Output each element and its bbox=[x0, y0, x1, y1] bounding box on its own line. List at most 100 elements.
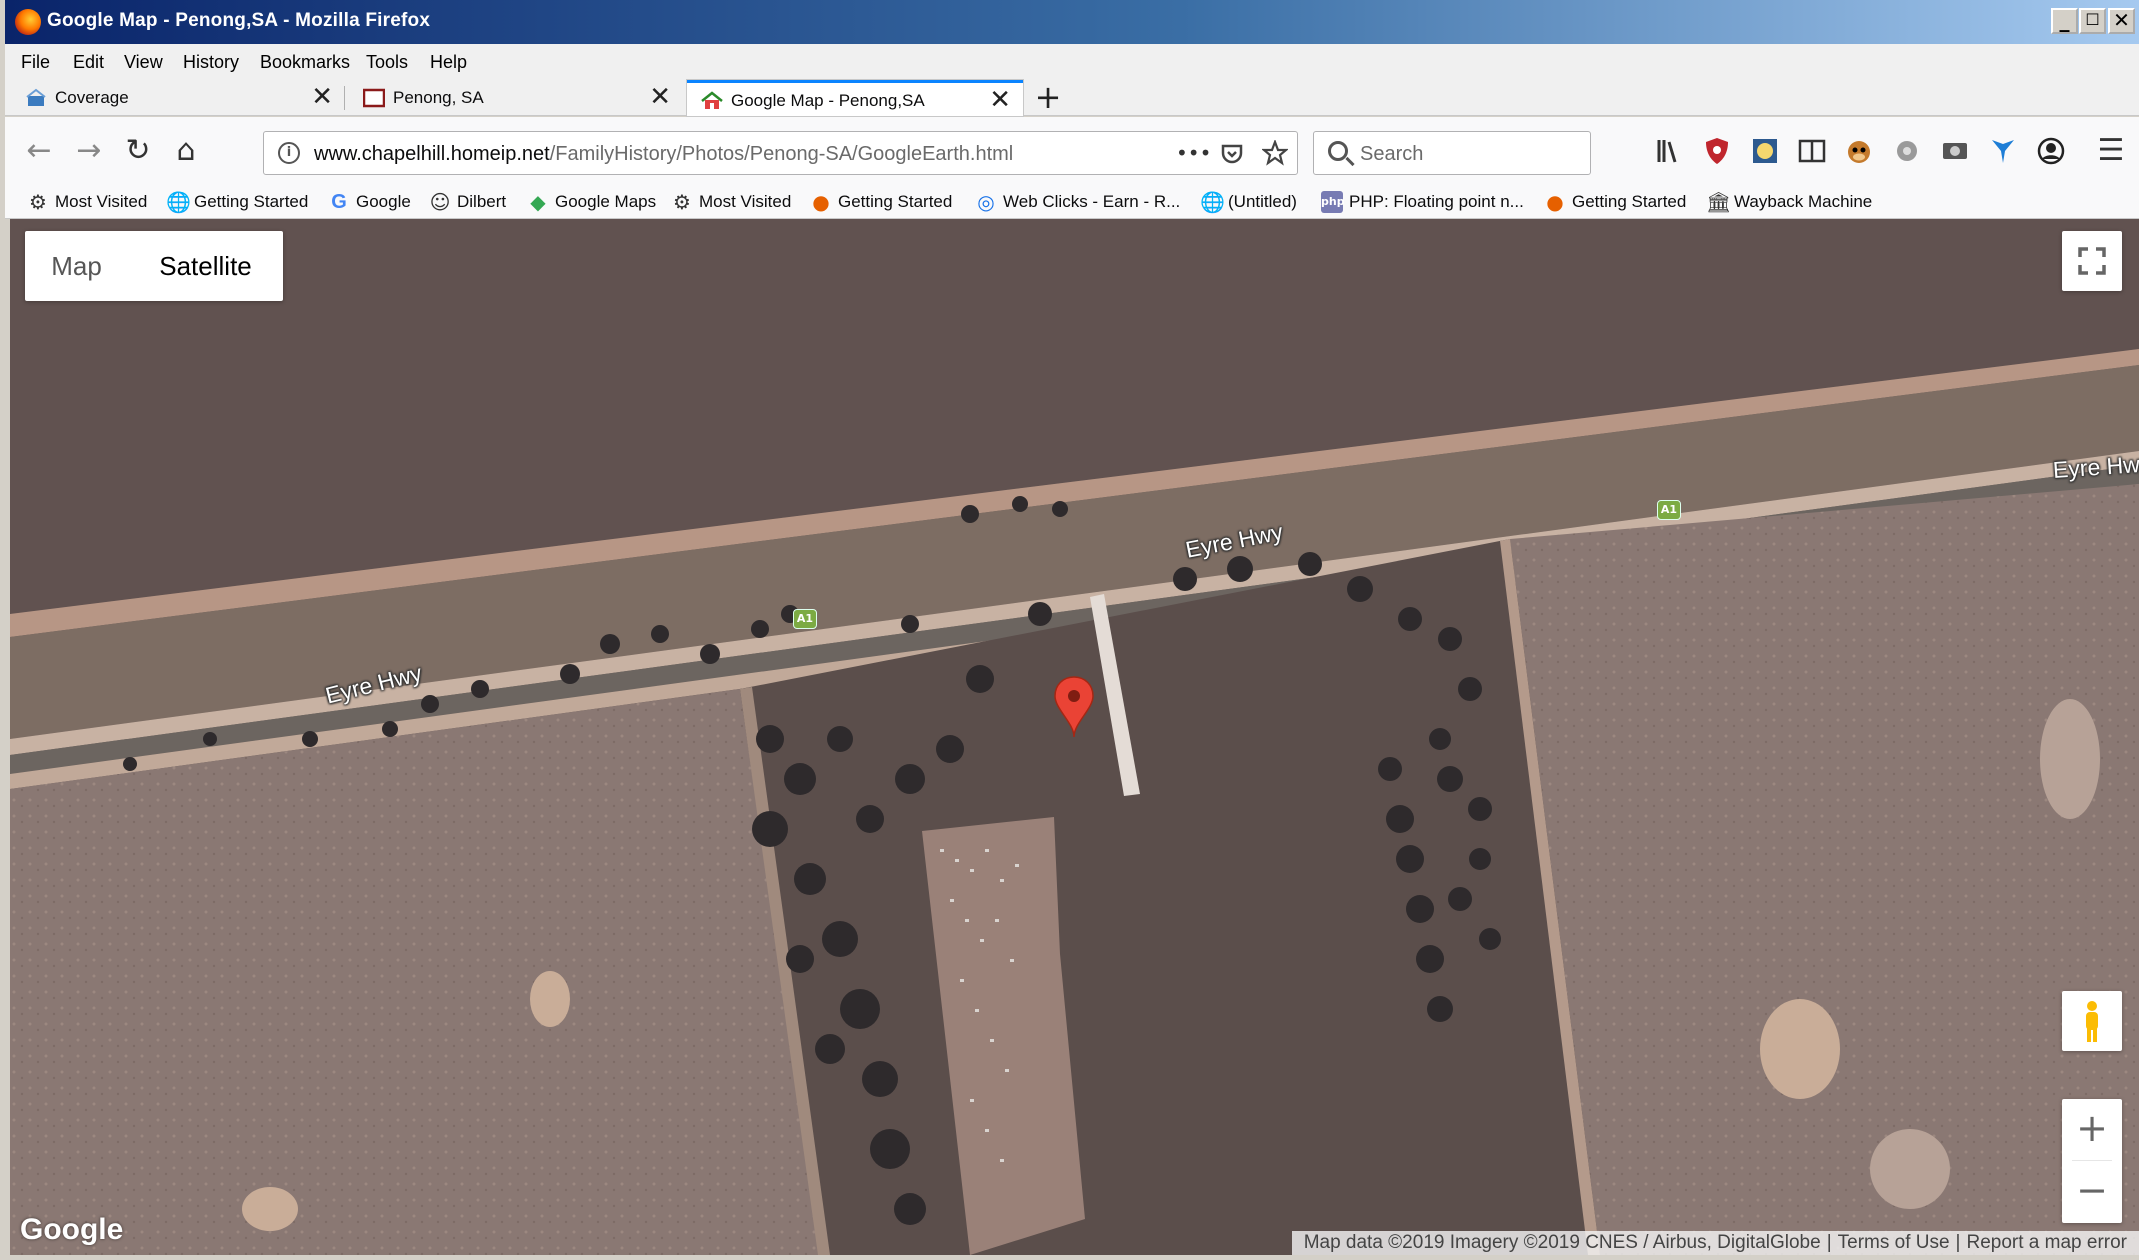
gear-icon: ⚙ bbox=[673, 190, 691, 214]
ublock-shield-icon[interactable] bbox=[1701, 135, 1733, 167]
navigation-toolbar: ← → ↻ ⌂ i www.chapelhill.homeip.net/Fami… bbox=[5, 117, 2139, 185]
account-icon[interactable] bbox=[2035, 135, 2067, 167]
bookmark-star-icon[interactable] bbox=[1262, 140, 1288, 166]
menu-bar: File Edit View History Bookmarks Tools H… bbox=[5, 44, 2139, 80]
globe-icon: 🌐 bbox=[166, 190, 191, 214]
url-text[interactable]: www.chapelhill.homeip.net/FamilyHistory/… bbox=[314, 143, 1013, 166]
home-button[interactable]: ⌂ bbox=[168, 133, 204, 169]
firefox-icon: ● bbox=[812, 190, 830, 214]
maximize-button[interactable]: ☐ bbox=[2079, 8, 2106, 34]
map-type-map-button[interactable]: Map bbox=[25, 231, 128, 301]
tab-strip: Coverage ✕ Penong, SA ✕ Google Map - Pen… bbox=[5, 80, 2139, 116]
bookmark-label: Getting Started bbox=[838, 192, 953, 211]
tab-penong[interactable]: Penong, SA ✕ bbox=[349, 80, 683, 116]
bookmark-label: Getting Started bbox=[1572, 192, 1687, 211]
menu-bookmarks[interactable]: Bookmarks bbox=[260, 52, 350, 73]
tab-label: Coverage bbox=[55, 88, 129, 107]
new-tab-button[interactable]: + bbox=[1031, 80, 1065, 116]
settings-addon-icon[interactable] bbox=[1891, 135, 1923, 167]
firefox-logo-icon bbox=[15, 9, 41, 35]
site-info-icon[interactable]: i bbox=[278, 142, 300, 164]
page-actions-icon[interactable]: ••• bbox=[1176, 141, 1211, 165]
home-favicon-icon bbox=[701, 91, 723, 109]
menu-view[interactable]: View bbox=[124, 52, 163, 73]
map-type-control: Map Satellite bbox=[25, 231, 283, 301]
reload-button[interactable]: ↻ bbox=[120, 133, 156, 169]
bookmark-label: PHP: Floating point n... bbox=[1349, 192, 1524, 211]
google-icon: G bbox=[331, 191, 347, 213]
tab-close-icon[interactable]: ✕ bbox=[311, 82, 333, 112]
library-icon[interactable] bbox=[1653, 135, 1685, 167]
menu-history[interactable]: History bbox=[183, 52, 239, 73]
minimize-button[interactable]: _ bbox=[2051, 8, 2078, 34]
bookmarks-toolbar: ⚙ Most Visited 🌐 Getting Started G Google ☺… bbox=[5, 185, 2139, 219]
bookmark-label: Google bbox=[356, 192, 411, 211]
bookmark-label: Dilbert bbox=[457, 192, 507, 211]
map-canvas[interactable]: Eyre Hwy Eyre Hwy Eyre Hwy A1 A1 Map Sat… bbox=[10, 219, 2139, 1255]
pocket-icon[interactable] bbox=[1220, 142, 1244, 166]
route-shield-a1: A1 bbox=[793, 609, 817, 629]
maps-icon: ◆ bbox=[530, 190, 546, 214]
fullscreen-icon bbox=[2078, 247, 2106, 275]
tab-separator bbox=[344, 86, 345, 110]
globe-addon-icon[interactable] bbox=[1749, 135, 1781, 167]
tab-label: Google Map - Penong,SA bbox=[731, 91, 925, 110]
map-attribution-bar: Map data ©2019 Imagery ©2019 CNES / Airb… bbox=[1291, 1231, 2139, 1255]
url-bar[interactable]: i www.chapelhill.homeip.net/FamilyHistor… bbox=[263, 131, 1298, 175]
reader-view-icon[interactable] bbox=[1796, 135, 1828, 167]
road-label-eyre-hwy-east: Eyre Hwy bbox=[2052, 450, 2139, 483]
bookmark-label: Most Visited bbox=[55, 192, 148, 211]
pegman-icon bbox=[2086, 1001, 2098, 1042]
terms-of-use-link[interactable]: Terms of Use bbox=[1832, 1232, 1956, 1253]
google-logo[interactable]: Google bbox=[20, 1213, 123, 1247]
bookmark-label: Getting Started bbox=[194, 192, 309, 211]
tab-coverage[interactable]: Coverage ✕ bbox=[11, 80, 345, 116]
browser-window: Google Map - Penong,SA - Mozilla Firefox… bbox=[0, 0, 2139, 1260]
map-type-satellite-button[interactable]: Satellite bbox=[128, 231, 283, 301]
bookmark-label: (Untitled) bbox=[1228, 192, 1297, 211]
monkey-addon-icon[interactable] bbox=[1843, 135, 1875, 167]
window-title: Google Map - Penong,SA - Mozilla Firefox bbox=[47, 10, 431, 31]
php-icon: php bbox=[1321, 191, 1345, 213]
tab-google-map[interactable]: Google Map - Penong,SA ✕ bbox=[687, 80, 1023, 116]
menu-help[interactable]: Help bbox=[430, 52, 467, 73]
hamburger-menu-icon[interactable]: ☰ bbox=[2093, 133, 2129, 169]
coverage-favicon-icon bbox=[26, 88, 46, 106]
fullscreen-button[interactable] bbox=[2062, 231, 2122, 291]
menu-edit[interactable]: Edit bbox=[73, 52, 104, 73]
zoom-control: + − bbox=[2062, 1099, 2122, 1223]
menu-tools[interactable]: Tools bbox=[366, 52, 408, 73]
penong-favicon-icon bbox=[363, 88, 385, 108]
search-input[interactable]: Search bbox=[1313, 131, 1591, 175]
tab-label: Penong, SA bbox=[393, 88, 484, 107]
url-path: /FamilyHistory/Photos/Penong-SA/GoogleEa… bbox=[549, 143, 1014, 165]
search-icon bbox=[1328, 141, 1348, 161]
attribution-text: Map data ©2019 Imagery ©2019 CNES / Airb… bbox=[1303, 1232, 1821, 1253]
wayback-icon: 🏛 bbox=[1706, 190, 1732, 214]
street-view-pegman-button[interactable] bbox=[2062, 991, 2122, 1051]
tab-close-icon[interactable]: ✕ bbox=[989, 85, 1011, 115]
webclicks-icon: ◎ bbox=[977, 190, 995, 214]
firefox-icon: ● bbox=[1546, 190, 1564, 214]
search-placeholder: Search bbox=[1360, 143, 1424, 165]
bookmark-label: Wayback Machine bbox=[1734, 192, 1873, 211]
report-map-error-link[interactable]: Report a map error bbox=[1960, 1232, 2133, 1253]
zoom-out-button[interactable]: − bbox=[2062, 1161, 2122, 1221]
globe-icon: 🌐 bbox=[1200, 190, 1225, 214]
bookmark-label: Most Visited bbox=[699, 192, 792, 211]
close-window-button[interactable]: ✕ bbox=[2108, 8, 2135, 34]
tab-close-icon[interactable]: ✕ bbox=[649, 82, 671, 112]
screenshot-addon-icon[interactable] bbox=[1939, 135, 1971, 167]
url-domain: www.chapelhill.homeip.net bbox=[314, 143, 550, 165]
zoom-in-button[interactable]: + bbox=[2062, 1099, 2122, 1159]
bookmark-label: Google Maps bbox=[555, 192, 657, 211]
bookmark-label: Web Clicks - Earn - R... bbox=[1003, 192, 1181, 211]
back-button[interactable]: ← bbox=[21, 133, 57, 169]
forward-button[interactable]: → bbox=[71, 133, 107, 169]
title-bar: Google Map - Penong,SA - Mozilla Firefox… bbox=[5, 0, 2139, 44]
route-shield-a1-east: A1 bbox=[1657, 500, 1681, 520]
menu-file[interactable]: File bbox=[21, 52, 50, 73]
dart-addon-icon[interactable] bbox=[1987, 135, 2019, 167]
location-marker-icon[interactable] bbox=[1053, 675, 1095, 739]
gear-icon: ⚙ bbox=[29, 190, 47, 214]
